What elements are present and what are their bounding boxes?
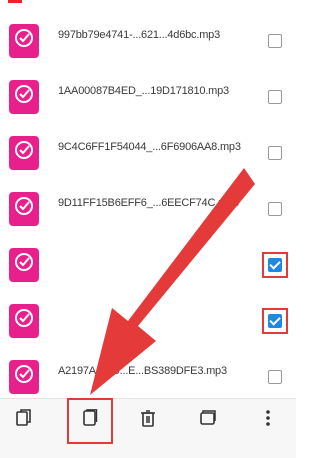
more-vertical-icon	[266, 410, 270, 426]
file-name: A2197A4609...E...BS389DFE3.mp3	[58, 365, 227, 377]
select-checkbox[interactable]	[268, 34, 282, 48]
highlight-box	[67, 398, 113, 444]
file-row[interactable]: 997bb79e4741-...621...4d6bc.mp3	[0, 14, 296, 70]
music-app-icon	[9, 192, 39, 226]
file-name: 9D11FF15B6EFF6_...6EECF74C.mp3	[58, 197, 239, 209]
highlight-box	[262, 308, 288, 334]
select-checkbox[interactable]	[268, 146, 282, 160]
file-list: 997bb79e4741-...621...4d6bc.mp3 1AA00087…	[0, 14, 296, 406]
share-button[interactable]	[188, 403, 228, 447]
music-app-icon	[9, 136, 39, 170]
select-checkbox[interactable]	[268, 202, 282, 216]
music-app-icon	[9, 24, 39, 58]
music-app-icon	[9, 248, 39, 282]
bottom-action-bar	[0, 398, 296, 458]
file-row[interactable]	[0, 238, 296, 294]
select-checkbox[interactable]	[268, 90, 282, 104]
file-row[interactable]: 9D11FF15B6EFF6_...6EECF74C.mp3	[0, 182, 296, 238]
file-row[interactable]: 9C4C6FF1F54044_...6F6906AA8.mp3	[0, 126, 296, 182]
delete-button[interactable]	[128, 403, 168, 447]
select-checkbox[interactable]	[268, 370, 282, 384]
copy-button[interactable]	[4, 403, 44, 447]
highlight-box	[262, 252, 288, 278]
file-name: 1AA00087B4ED_...19D171810.mp3	[58, 85, 229, 97]
more-button[interactable]	[248, 403, 288, 447]
file-row[interactable]	[0, 294, 296, 350]
copy-icon	[16, 409, 31, 426]
trash-icon	[141, 410, 155, 427]
file-name: 997bb79e4741-...621...4d6bc.mp3	[58, 29, 220, 41]
file-manager-screen: 997bb79e4741-...621...4d6bc.mp3 1AA00087…	[0, 0, 296, 458]
share-icon	[200, 410, 216, 425]
music-app-icon	[9, 304, 39, 338]
tab-indicator	[8, 0, 22, 3]
file-name: 9C4C6FF1F54044_...6F6906AA8.mp3	[58, 141, 241, 153]
music-app-icon	[9, 360, 39, 394]
music-app-icon	[9, 80, 39, 114]
file-row[interactable]: 1AA00087B4ED_...19D171810.mp3	[0, 70, 296, 126]
